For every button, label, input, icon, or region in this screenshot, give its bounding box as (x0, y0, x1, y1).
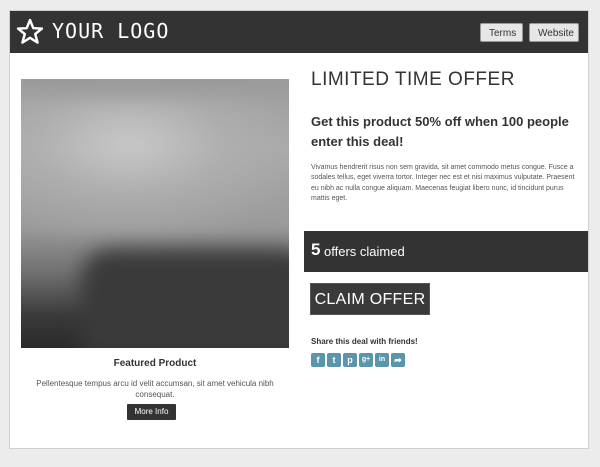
logo-text[interactable]: YOUR LOGO (52, 19, 169, 43)
terms-button[interactable]: Terms (480, 23, 523, 42)
website-button[interactable]: Website (529, 23, 579, 42)
claimed-label: offers claimed (324, 244, 405, 259)
twitter-icon[interactable]: t (327, 353, 341, 367)
featured-product-title: Featured Product (113, 358, 197, 369)
image-sky-blur (21, 99, 289, 249)
offer-subtitle: Get this product 50% off when 100 people… (311, 114, 569, 149)
featured-product-description: Pellentesque tempus arcu id velit accums… (36, 379, 274, 399)
offer-body: Vivamus hendrerit risus non sem gravida,… (311, 164, 575, 202)
page-frame: YOUR LOGO Terms Website Featured Product… (9, 10, 589, 449)
product-image (21, 79, 289, 348)
share-title: Share this deal with friends! (311, 337, 418, 346)
linkedin-icon[interactable]: in (375, 353, 389, 367)
pinterest-icon[interactable]: p (343, 353, 357, 367)
offer-title: LIMITED TIME OFFER (311, 69, 515, 90)
image-building-blur (81, 249, 289, 348)
offers-claimed-bar: 5 offers claimed (304, 231, 588, 272)
header-bar: YOUR LOGO Terms Website (10, 11, 588, 53)
facebook-icon[interactable]: f (311, 353, 325, 367)
claimed-count: 5 (311, 240, 321, 259)
star-icon[interactable] (16, 18, 44, 46)
claim-offer-button[interactable]: CLAIM OFFER (310, 283, 430, 315)
more-info-button[interactable]: More Info (127, 404, 176, 420)
google-plus-icon[interactable]: g+ (359, 353, 373, 367)
share-icon[interactable]: ➦ (391, 353, 405, 367)
